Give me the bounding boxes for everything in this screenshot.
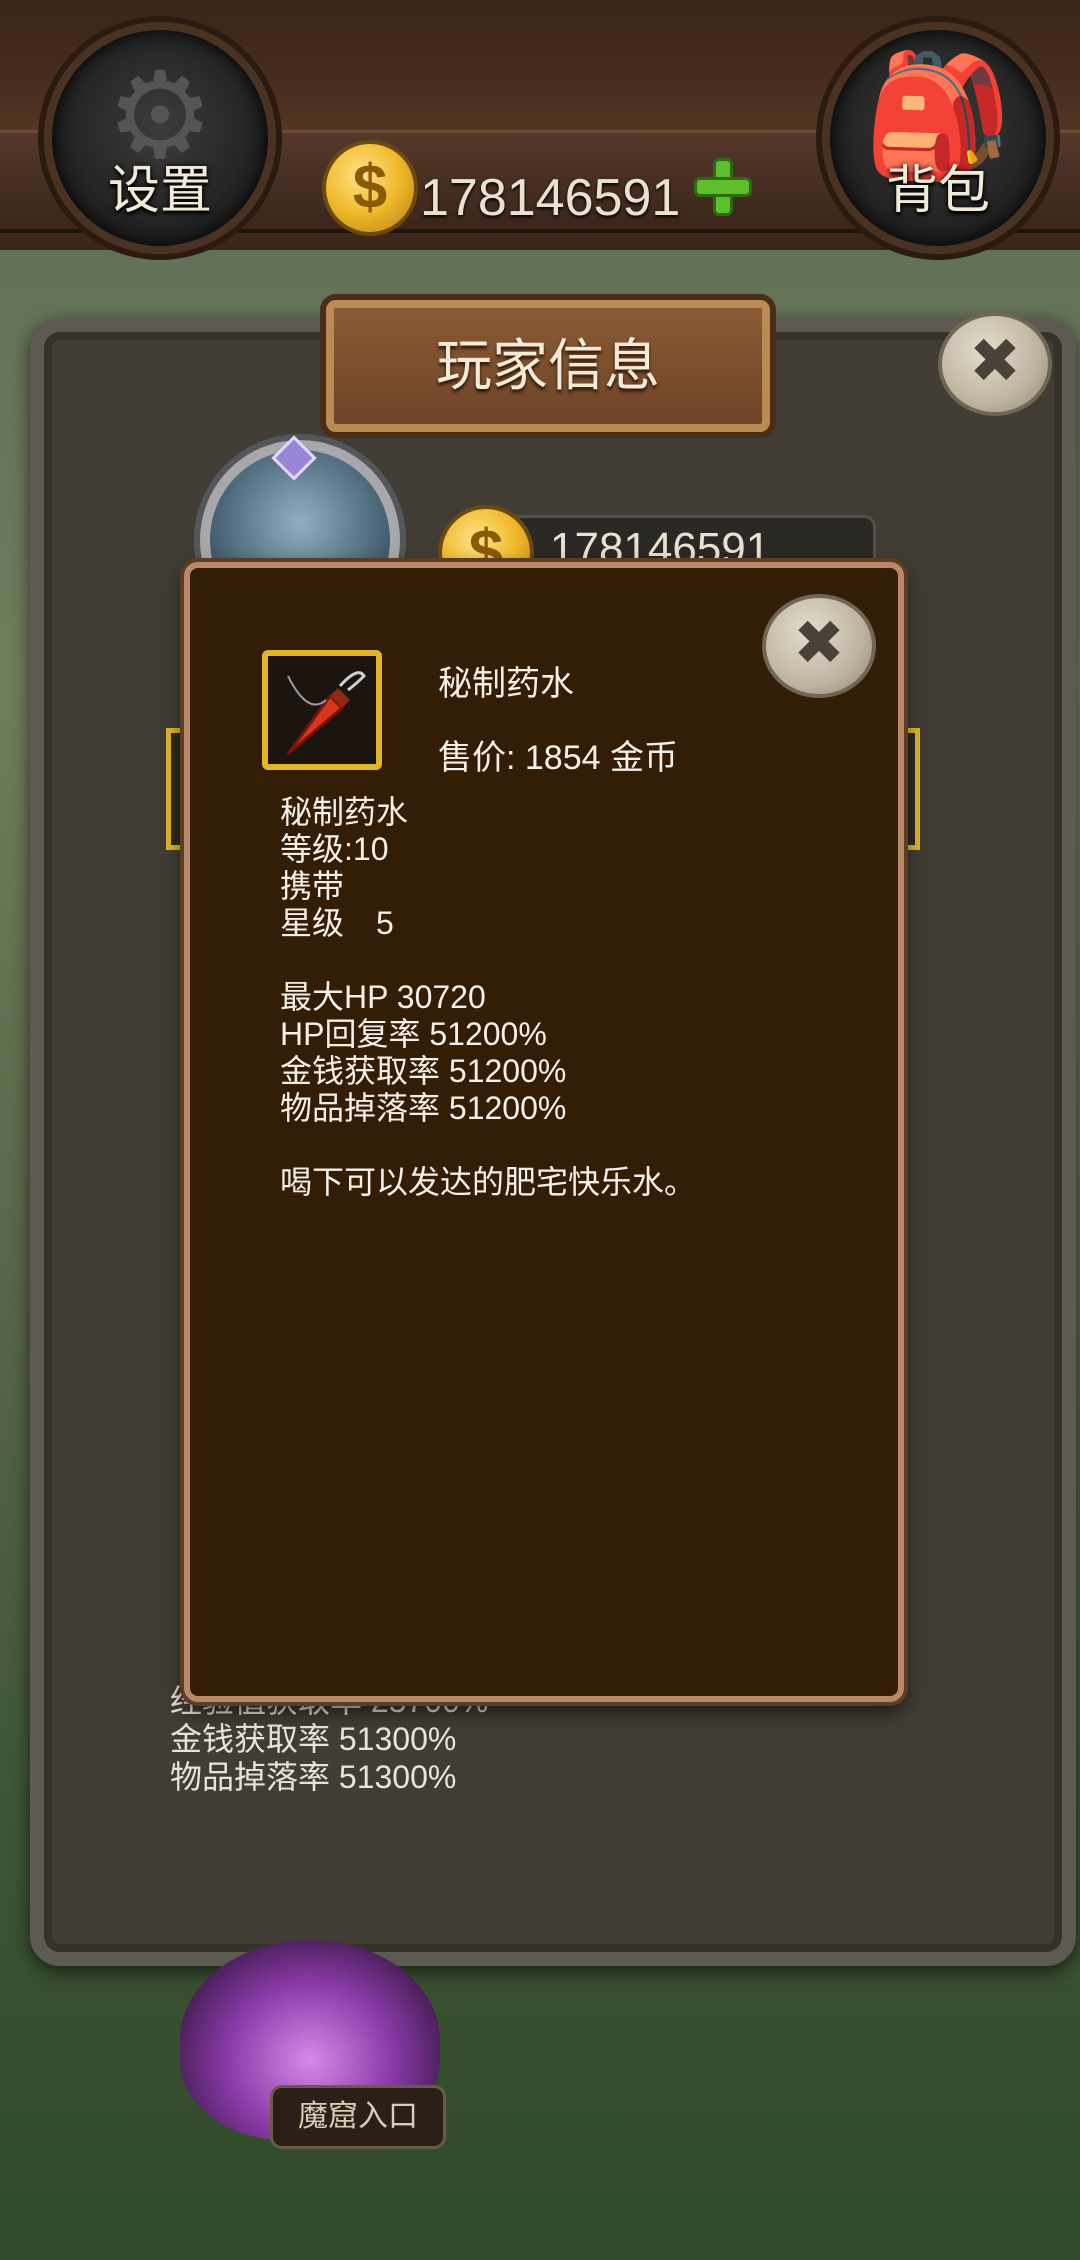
add-gold-button[interactable] <box>692 156 754 218</box>
item-price: 售价: 1854 金币 <box>438 739 678 777</box>
settings-label: 设置 <box>107 162 212 220</box>
hud-gold-amount: 178146591 <box>420 169 681 227</box>
detail-line: 等级:10 <box>280 831 389 867</box>
close-popup-button[interactable]: ✖ <box>762 594 876 698</box>
detail-line: 喝下可以发达的肥宅快乐水。 <box>280 1164 697 1200</box>
bag-label: 背包 <box>885 162 990 220</box>
potion-item-icon <box>262 650 382 770</box>
detail-line <box>280 942 696 979</box>
panel-title: 玩家信息 <box>436 334 660 397</box>
detail-line: 携带 <box>280 868 345 904</box>
stat-gold-rate: 金钱获取率 51300% <box>170 1721 457 1757</box>
detail-line: 星级 5 <box>280 905 394 941</box>
item-name: 秘制药水 <box>438 665 574 703</box>
detail-line: 秘制药水 <box>280 794 409 830</box>
cave-entrance-button[interactable]: 魔窟入口 <box>270 2085 446 2149</box>
gold-coin-icon: $ <box>322 140 418 236</box>
bag-button[interactable]: 🎒 背包 <box>822 22 1054 254</box>
panel-title-plate: 玩家信息 <box>326 300 770 432</box>
detail-line <box>280 1127 696 1164</box>
detail-line: 物品掉落率 51200% <box>280 1090 567 1126</box>
item-detail-text: 秘制药水 等级:10 携带 星级 5 最大HP 30720 HP回复率 5120… <box>280 794 696 1201</box>
stat-drop-rate: 物品掉落率 51300% <box>170 1759 457 1795</box>
detail-line: 金钱获取率 51200% <box>280 1053 567 1089</box>
close-panel-button[interactable]: ✖ <box>938 312 1052 416</box>
detail-line: HP回复率 51200% <box>280 1016 547 1052</box>
detail-line: 最大HP 30720 <box>280 979 486 1015</box>
settings-button[interactable]: ⚙ 设置 <box>44 22 276 254</box>
